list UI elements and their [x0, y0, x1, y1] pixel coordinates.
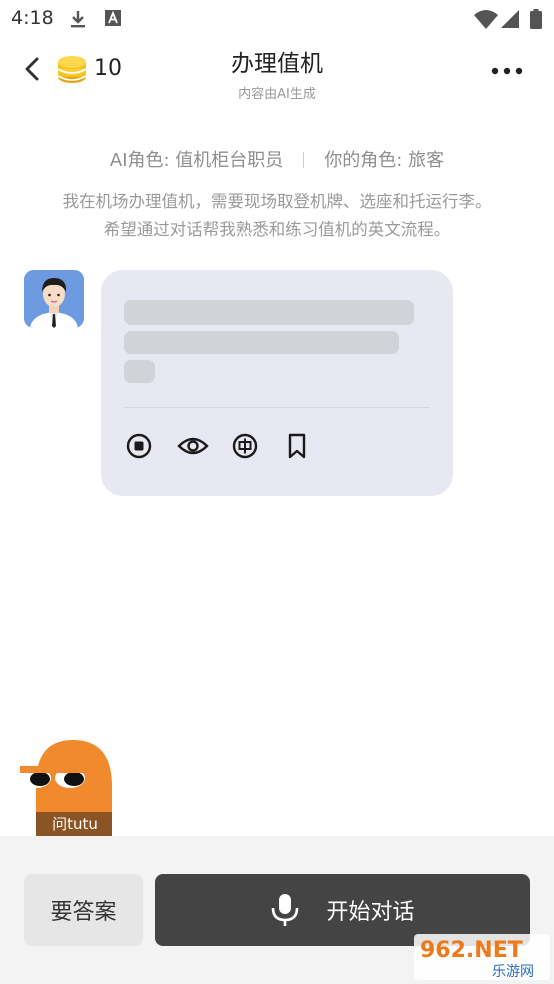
role-info: AI角色: 值机柜台职员 你的角色: 旅客 [0, 146, 554, 172]
microphone-icon [272, 894, 299, 926]
get-answer-button[interactable]: 要答案 [24, 874, 143, 946]
more-options-button[interactable] [490, 66, 524, 76]
title-block: 办理值机 内容由AI生成 [0, 44, 554, 102]
watermark-top: 962.NET [420, 938, 523, 963]
role-divider [303, 152, 305, 168]
bubble-divider [125, 407, 430, 408]
bookmark-icon[interactable] [283, 432, 311, 460]
loading-skeleton-line [124, 331, 399, 354]
scenario-description: 我在机场办理值机，需要现场取登机牌、选座和托运行李。 希望通过对话帮我熟悉和练习… [0, 188, 554, 244]
status-time: 4:18 [11, 7, 54, 29]
mascot-label: 问tutu [52, 815, 98, 833]
signal-icon [501, 10, 519, 28]
stop-icon[interactable] [125, 432, 153, 460]
top-bar: 10 办理值机 内容由AI生成 [0, 38, 554, 102]
ai-role: AI角色: 值机柜台职员 [109, 150, 284, 171]
start-conversation-label: 开始对话 [326, 900, 415, 925]
status-bar: 4:18 [0, 0, 554, 38]
font-icon [105, 10, 121, 26]
loading-skeleton-line [124, 360, 155, 383]
battery-icon [530, 9, 542, 29]
ai-avatar [24, 270, 84, 328]
ai-generated-note: 内容由AI生成 [238, 87, 316, 102]
ai-message-bubble [101, 270, 453, 496]
translate-zh-icon[interactable] [231, 432, 259, 460]
loading-skeleton-line [124, 300, 414, 325]
watermark-bottom: 乐游网 [492, 964, 534, 980]
page-title: 办理值机 [231, 51, 323, 77]
site-watermark: 962.NET 乐游网 [414, 934, 550, 980]
wifi-icon [474, 10, 498, 29]
download-icon [71, 11, 85, 28]
scenario-line: 我在机场办理值机，需要现场取登机牌、选座和托运行李。 [62, 192, 492, 211]
eye-icon[interactable] [177, 432, 209, 460]
user-role: 你的角色: 旅客 [324, 150, 445, 171]
scenario-line: 希望通过对话帮我熟悉和练习值机的英文流程。 [103, 220, 451, 239]
